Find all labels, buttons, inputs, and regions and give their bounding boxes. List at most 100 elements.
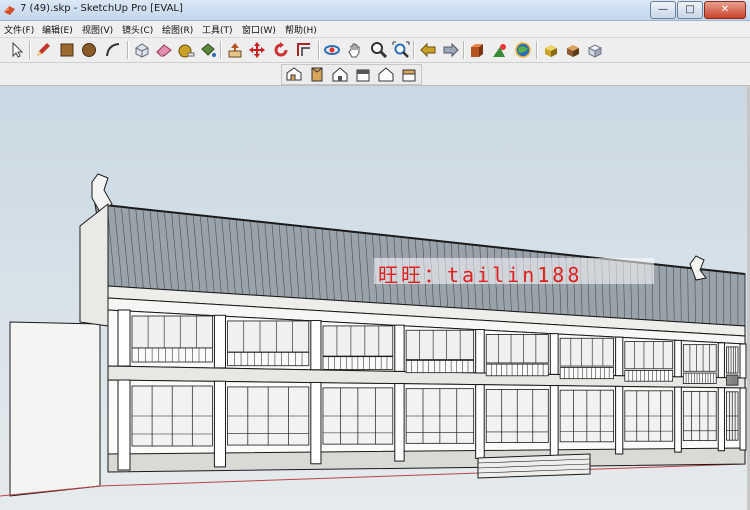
upper-column	[394, 324, 405, 372]
menu-help[interactable]: 帮助(H)	[285, 23, 317, 36]
watermark: 旺旺：tailin188	[374, 258, 654, 287]
menu-draw[interactable]: 绘图(R)	[162, 23, 193, 36]
warehouse-tool-button[interactable]	[564, 41, 582, 59]
upper-column	[717, 342, 725, 379]
pan-icon	[348, 43, 360, 58]
toolbar-separator	[318, 41, 320, 59]
share-model-tool-button[interactable]	[491, 41, 509, 59]
rectangle-icon	[60, 43, 74, 57]
lower-column	[549, 385, 559, 457]
back-view-icon	[378, 67, 394, 82]
push-pull-tool-button[interactable]	[226, 41, 244, 59]
previous-view-tool-button[interactable]	[419, 41, 437, 59]
upper-lattice-window	[227, 320, 310, 353]
orbit-tool-button[interactable]	[323, 41, 341, 59]
right-view-button[interactable]	[354, 65, 372, 83]
minimize-button[interactable]: —	[650, 1, 676, 19]
upper-column	[117, 309, 131, 367]
right-view-icon	[356, 69, 370, 82]
rotate-tool-button[interactable]	[272, 41, 290, 59]
front-view-button[interactable]	[331, 65, 349, 83]
iso-view-button[interactable]	[285, 65, 303, 83]
pencil-icon	[37, 43, 50, 56]
make-component-tool-button[interactable]	[133, 41, 151, 59]
google-earth-tool-button[interactable]	[514, 41, 532, 59]
sketchup-app-icon[interactable]	[3, 3, 16, 16]
upper-column	[615, 336, 624, 377]
maximize-button[interactable]: □	[677, 1, 703, 19]
close-button[interactable]: ✕	[704, 1, 746, 19]
lower-column	[739, 387, 747, 451]
menu-camera[interactable]: 镜头(C)	[122, 23, 153, 36]
upper-column	[739, 343, 747, 379]
left-view-button[interactable]	[400, 65, 418, 83]
menu-view[interactable]: 视图(V)	[82, 23, 113, 36]
offset-tool-button[interactable]	[295, 41, 313, 59]
components-icon	[545, 45, 557, 57]
toolbar-separator	[220, 41, 222, 59]
next-view-tool-button[interactable]	[442, 41, 460, 59]
arc-icon	[106, 43, 120, 57]
upper-lattice-window	[131, 315, 213, 349]
orbit-icon	[324, 45, 340, 55]
google-earth-icon	[515, 42, 531, 58]
eraser-tool-button[interactable]	[155, 41, 173, 59]
paint-bucket-tool-button[interactable]	[199, 41, 217, 59]
components-tool-button[interactable]	[542, 41, 560, 59]
close-icon: ✕	[720, 4, 730, 15]
zoom-extents-tool-button[interactable]	[392, 41, 410, 59]
views-toolbar	[0, 63, 750, 86]
tape-measure-tool-button[interactable]	[177, 41, 195, 59]
get-models-tool-button[interactable]	[468, 41, 486, 59]
lower-column	[475, 384, 485, 460]
menu-tools[interactable]: 工具(T)	[202, 23, 233, 36]
upper-lattice-window	[726, 346, 739, 374]
upper-column	[475, 329, 485, 374]
toolbar-separator	[127, 41, 129, 59]
upper-column	[674, 339, 682, 378]
lower-column	[213, 380, 226, 468]
extension-tool-button[interactable]	[586, 41, 604, 59]
circle-icon	[82, 43, 96, 57]
drawing-viewport[interactable]: 旺旺：tailin188	[0, 86, 750, 510]
pan-tool-button[interactable]	[346, 41, 364, 59]
paint-bucket-icon	[201, 43, 216, 57]
top-view-icon	[311, 67, 323, 82]
zoom-extents-icon	[392, 41, 410, 58]
next-view-icon	[443, 42, 459, 58]
move-tool-button[interactable]	[248, 41, 266, 59]
circle-tool-button[interactable]	[80, 41, 98, 59]
warehouse-icon	[567, 45, 579, 57]
lower-column	[674, 386, 682, 453]
menu-edit[interactable]: 编辑(E)	[42, 23, 73, 36]
share-model-icon	[493, 44, 506, 57]
zoom-tool-button[interactable]	[370, 41, 388, 59]
toolbar-separator	[413, 41, 415, 59]
menu-file[interactable]: 文件(F)	[4, 23, 34, 36]
title-bar: 7 (49).skp - SketchUp Pro [EVAL] — □ ✕	[0, 0, 750, 21]
upper-lattice-window	[322, 325, 394, 357]
lower-column	[117, 379, 131, 471]
minimize-icon: —	[658, 4, 668, 15]
menu-window[interactable]: 窗口(W)	[242, 23, 276, 36]
left-view-icon	[402, 69, 416, 82]
move-icon	[249, 42, 265, 58]
tape-measure-icon	[178, 44, 195, 58]
select-tool-button[interactable]	[8, 41, 26, 59]
arc-tool-button[interactable]	[104, 41, 122, 59]
toolbar-separator	[536, 41, 538, 59]
get-models-icon	[471, 44, 483, 57]
maximize-icon: □	[685, 4, 695, 15]
upper-column	[549, 333, 559, 375]
main-toolbar	[0, 38, 750, 63]
iso-view-icon	[286, 67, 302, 81]
previous-view-icon	[420, 42, 436, 58]
rectangle-tool-button[interactable]	[58, 41, 76, 59]
top-view-button[interactable]	[308, 65, 326, 83]
gable-end	[79, 202, 109, 327]
extension-icon	[587, 44, 603, 58]
pavilion-model[interactable]	[0, 86, 750, 510]
menu-bar: 文件(F) 编辑(E) 视图(V) 镜头(C) 绘图(R) 工具(T) 窗口(W…	[0, 21, 750, 38]
back-view-button[interactable]	[377, 65, 395, 83]
pencil-tool-button[interactable]	[34, 41, 52, 59]
